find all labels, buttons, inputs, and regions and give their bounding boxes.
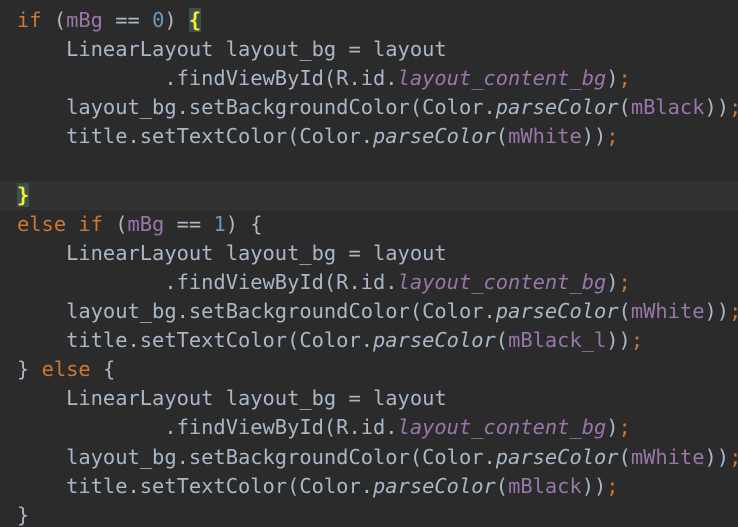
code-token: { (102, 357, 116, 382)
code-token: ; (606, 473, 619, 498)
code-token: mBlack (630, 95, 705, 120)
code-token: )) (581, 124, 607, 149)
code-token: title.setTextColor(Color. (17, 124, 374, 149)
code-token: ; (618, 66, 631, 91)
code-token: ; (729, 299, 738, 323)
code-line[interactable] (0, 152, 738, 181)
code-token: parseColor (373, 124, 496, 149)
code-line[interactable]: title.setTextColor(Color.parseColor(mWhi… (0, 122, 738, 151)
code-line[interactable]: else if (mBg == 1) { (0, 210, 738, 239)
code-token: layout_content_bg (397, 66, 607, 91)
code-token: .findViewById(R.id. (17, 415, 398, 440)
code-token: .findViewById(R.id. (17, 269, 398, 294)
code-token: layout_bg.setBackgroundColor(Color. (17, 95, 496, 120)
code-line[interactable]: LinearLayout layout_bg = layout (0, 239, 738, 268)
code-token: LinearLayout layout_bg = layout (17, 37, 447, 62)
code-token: ( (618, 444, 631, 469)
code-token: parseColor (495, 444, 619, 469)
code-token: parseColor (373, 328, 496, 353)
code-line[interactable]: LinearLayout layout_bg = layout (0, 35, 738, 64)
code-token: layout_content_bg (397, 269, 607, 294)
code-token: mBlack_l (508, 328, 607, 353)
code-token: )) (606, 328, 631, 353)
code-token: == (102, 8, 153, 32)
code-editor[interactable]: if (mBg == 0) { LinearLayout layout_bg =… (0, 0, 738, 527)
code-line[interactable]: .findViewById(R.id.layout_content_bg); (0, 413, 738, 442)
code-line[interactable]: } (0, 501, 738, 527)
code-line[interactable]: title.setTextColor(Color.parseColor(mBla… (0, 472, 738, 501)
code-token: { (188, 8, 202, 32)
code-line[interactable]: .findViewById(R.id.layout_content_bg); (0, 64, 738, 93)
code-line[interactable]: if (mBg == 0) { (0, 6, 738, 35)
code-token: mWhite (630, 299, 705, 323)
code-token: ; (618, 415, 631, 440)
code-token: )) (581, 473, 607, 498)
code-token: parseColor (495, 299, 619, 323)
code-token: parseColor (373, 473, 496, 498)
code-token: )) (704, 444, 730, 469)
code-token: ( (495, 124, 509, 149)
code-token: LinearLayout layout_bg = layout (17, 386, 447, 411)
code-token: ; (729, 445, 738, 469)
code-token: )) (704, 299, 730, 323)
code-token: title.setTextColor(Color. (17, 328, 374, 353)
code-token: } (17, 182, 30, 207)
code-token: mBg (127, 211, 165, 236)
code-token: .findViewById(R.id. (17, 66, 398, 91)
code-line[interactable]: layout_bg.setBackgroundColor(Color.parse… (0, 297, 738, 326)
code-line[interactable]: layout_bg.setBackgroundColor(Color.parse… (0, 93, 738, 122)
code-token: 1 (213, 211, 226, 236)
code-line[interactable]: LinearLayout layout_bg = layout (0, 384, 738, 413)
code-token: LinearLayout layout_bg = layout (17, 240, 447, 265)
code-token: ) (606, 415, 619, 440)
code-token: title.setTextColor(Color. (17, 473, 374, 498)
code-token: ; (630, 328, 644, 353)
code-token: )) (704, 95, 730, 120)
code-token: ) (164, 8, 189, 32)
code-token: ; (729, 95, 738, 119)
code-token: ( (618, 299, 631, 323)
code-token: layout_bg.setBackgroundColor(Color. (17, 444, 496, 469)
code-token: ; (618, 269, 631, 294)
code-token: mWhite (630, 444, 705, 469)
code-line[interactable]: } else { (0, 355, 738, 384)
code-token: layout_content_bg (397, 415, 607, 440)
code-token: ( (495, 328, 509, 353)
code-line[interactable]: layout_bg.setBackgroundColor(Color.parse… (0, 443, 738, 472)
code-token: 0 (152, 8, 165, 32)
code-token: if (17, 8, 54, 32)
code-token: ( (115, 211, 128, 236)
code-token: mBg (66, 8, 103, 32)
code-token: } (17, 502, 30, 527)
code-token: ) (606, 66, 619, 91)
code-token: else if (17, 211, 116, 236)
code-token: ) (606, 269, 619, 294)
code-token: ( (618, 95, 631, 120)
code-token: parseColor (495, 95, 619, 120)
code-token: ( (495, 473, 509, 498)
code-line[interactable]: .findViewById(R.id.layout_content_bg); (0, 268, 738, 297)
code-token: mWhite (508, 124, 582, 149)
code-token: ) { (225, 211, 263, 236)
code-token: } (17, 357, 42, 382)
code-line[interactable]: } (0, 180, 738, 210)
code-token: ( (53, 8, 67, 32)
code-token: == (164, 211, 214, 236)
code-line[interactable]: title.setTextColor(Color.parseColor(mBla… (0, 326, 738, 355)
code-token: mBlack (508, 473, 582, 498)
code-token: else (41, 357, 103, 382)
code-token: ; (606, 124, 619, 149)
code-token: layout_bg.setBackgroundColor(Color. (17, 299, 496, 323)
